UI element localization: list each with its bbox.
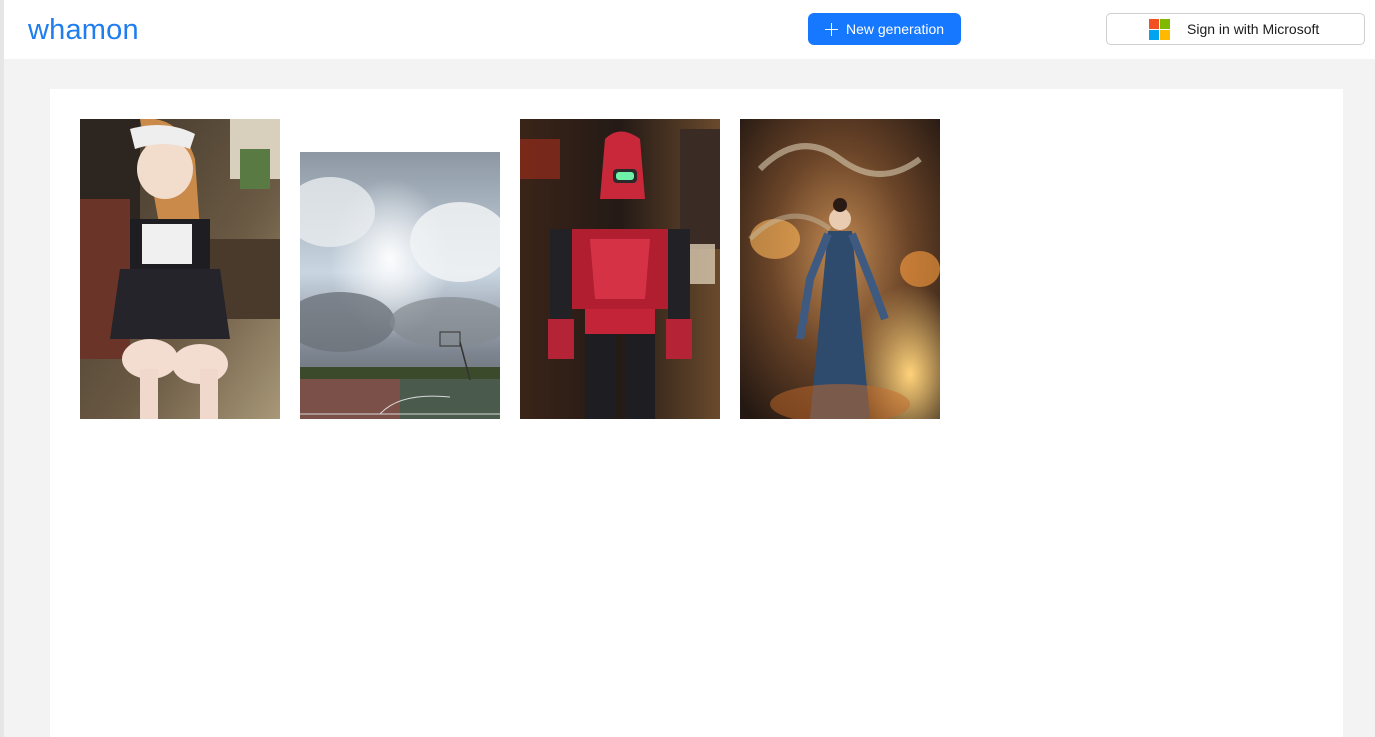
gallery-panel xyxy=(50,89,1343,737)
new-generation-label: New generation xyxy=(845,21,945,37)
sign-in-label: Sign in with Microsoft xyxy=(1187,21,1320,37)
plus-icon xyxy=(824,22,838,36)
gallery-image-fire-spirit[interactable] xyxy=(740,119,940,419)
sign-in-microsoft-button[interactable]: Sign in with Microsoft xyxy=(1106,13,1365,45)
gallery-image-anime-maid[interactable] xyxy=(80,119,280,419)
anime-maid-image xyxy=(80,119,280,419)
gallery-image-red-robot[interactable] xyxy=(520,119,720,419)
top-bar: whamon New generation Sign in with Micro… xyxy=(4,0,1375,59)
gallery-image-cloudy-sky[interactable] xyxy=(300,152,500,419)
microsoft-logo-icon xyxy=(1149,19,1170,40)
cloudy-sky-court-image xyxy=(300,152,500,419)
app-logo[interactable]: whamon xyxy=(28,12,139,48)
red-armor-robot-image xyxy=(520,119,720,419)
page: whamon New generation Sign in with Micro… xyxy=(0,0,1375,737)
new-generation-button[interactable]: New generation xyxy=(808,13,961,45)
fire-spirit-woman-image xyxy=(740,119,940,419)
